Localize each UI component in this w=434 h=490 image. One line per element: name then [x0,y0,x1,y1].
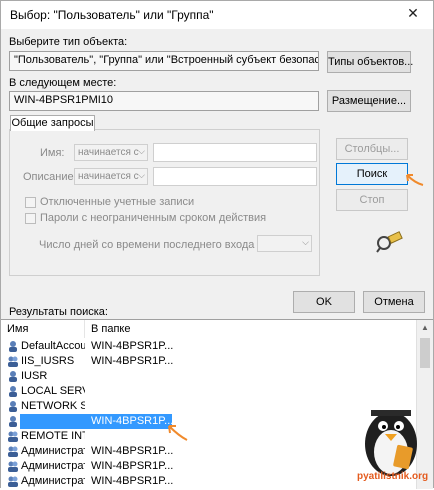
search-animation-icon [376,231,403,253]
name-input[interactable] [153,143,317,162]
locations-button[interactable]: Размещение... [327,90,411,112]
name-condition-combo[interactable]: начинается с ⌵ [74,144,148,161]
object-type-field: "Пользователь", "Группа" или "Встроенный… [9,51,319,71]
annotation-arrow-icon [406,174,424,186]
user-icon [9,341,17,352]
window-title: Выбор: "Пользователь" или "Группа" [10,8,214,22]
columns-button[interactable]: Столбцы... [336,138,408,160]
no-expire-password-label: Пароли с неограниченным сроком действия [40,212,267,224]
search-button[interactable]: Поиск [336,163,408,185]
group-icon [8,461,18,472]
column-header-name[interactable]: Имя [1,320,85,338]
disabled-accounts-label: Отключенные учетные записи [40,196,195,208]
tab-common-queries[interactable]: Общие запросы [10,115,95,131]
group-icon [8,431,18,442]
close-icon[interactable]: ✕ [405,5,421,21]
no-expire-password-checkbox[interactable] [25,213,36,224]
user-icon [9,371,17,382]
stop-button[interactable]: Стоп [336,189,408,211]
chevron-down-icon: ⌵ [138,170,145,180]
object-type-label: Выберите тип объекта: [9,36,128,48]
column-header-folder[interactable]: В папке [85,320,417,338]
chevron-down-icon: ⌵ [138,146,145,156]
list-item[interactable]: IIS_IUSRS WIN-4BPSR1P... [1,354,413,369]
user-icon [9,416,17,427]
name-label: Имя: [40,147,65,159]
list-item[interactable]: IUSR [1,369,413,384]
description-input[interactable] [153,167,317,186]
title-bar: Выбор: "Пользователь" или "Группа" ✕ [1,1,433,29]
ok-button[interactable]: OK [293,291,355,313]
name-condition-value: начинается с [78,147,139,158]
location-field: WIN-4BPSR1PMI10 [9,91,319,111]
chevron-down-icon: ⌵ [302,237,309,247]
object-types-button[interactable]: Типы объектов... [327,51,413,73]
group-icon [8,476,18,487]
disabled-accounts-checkbox[interactable] [25,197,36,208]
days-since-logon-combo[interactable]: ⌵ [257,235,312,252]
group-icon [8,356,18,367]
description-condition-combo[interactable]: начинается с ⌵ [74,168,148,185]
cancel-button[interactable]: Отмена [363,291,425,313]
search-results-label: Результаты поиска: [9,306,108,318]
select-user-group-dialog: Выбор: "Пользователь" или "Группа" ✕ Выб… [0,0,434,490]
scroll-up-icon[interactable]: ▲ [417,320,433,336]
annotation-arrow-icon [168,425,188,441]
user-icon [9,401,17,412]
watermark-text: pyatilistnik.org [357,471,429,482]
list-item[interactable]: DefaultAccount WIN-4BPSR1P... [1,339,413,354]
description-condition-value: начинается с [78,171,139,182]
location-label: В следующем месте: [9,77,117,89]
description-label: Описание: [23,171,77,183]
group-icon [8,446,18,457]
scroll-thumb[interactable] [420,338,430,368]
user-icon [9,386,17,397]
